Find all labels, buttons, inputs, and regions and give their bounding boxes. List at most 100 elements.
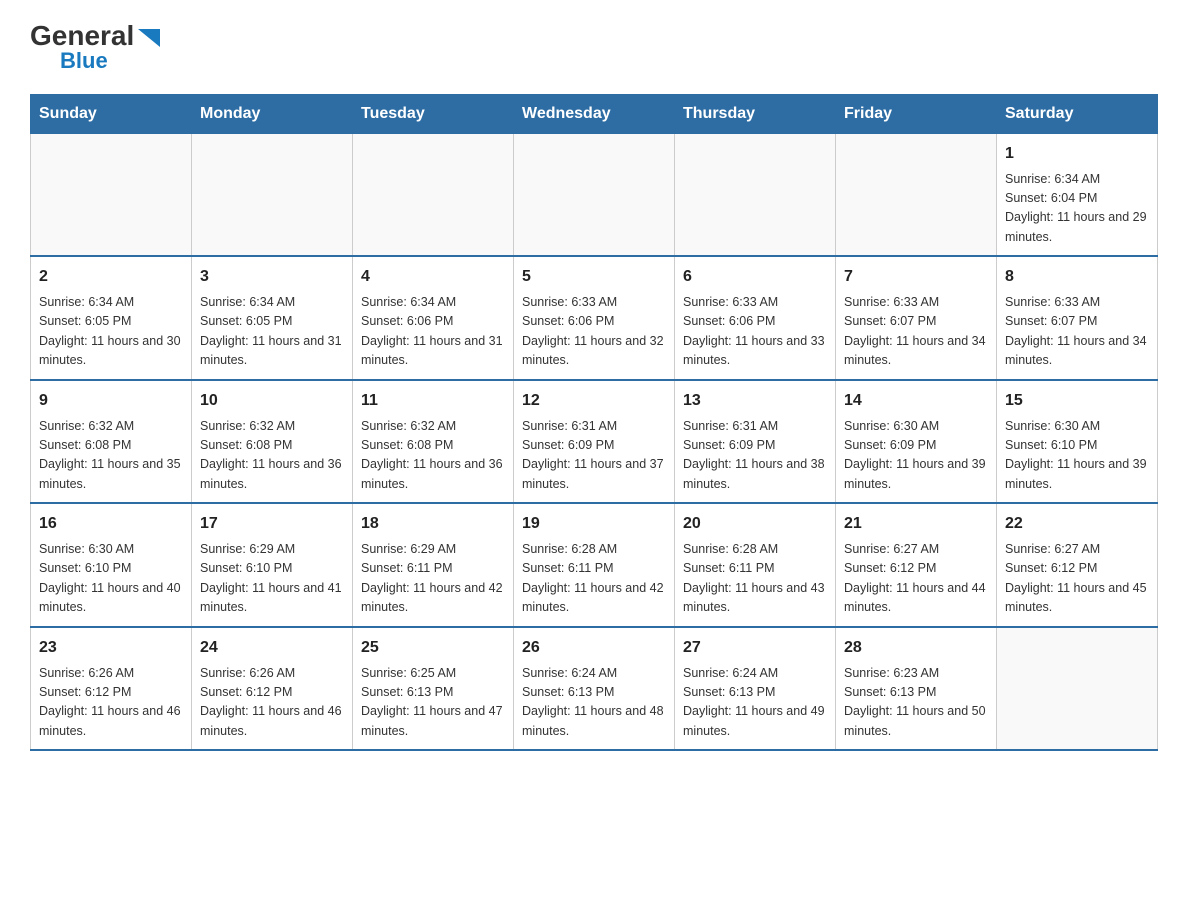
calendar-day-cell: 27 Sunrise: 6:24 AMSunset: 6:13 PMDayligh… xyxy=(675,627,836,751)
day-info: Sunrise: 6:26 AMSunset: 6:12 PMDaylight:… xyxy=(39,664,183,742)
calendar-week-row: 9 Sunrise: 6:32 AMSunset: 6:08 PMDaylight… xyxy=(31,380,1158,504)
day-number: 7 xyxy=(844,265,988,289)
calendar-day-cell: 24 Sunrise: 6:26 AMSunset: 6:12 PMDayligh… xyxy=(192,627,353,751)
calendar-day-cell: 25 Sunrise: 6:25 AMSunset: 6:13 PMDayligh… xyxy=(353,627,514,751)
day-number: 1 xyxy=(1005,142,1149,166)
day-info: Sunrise: 6:29 AMSunset: 6:11 PMDaylight:… xyxy=(361,540,505,618)
day-number: 25 xyxy=(361,636,505,660)
calendar-day-cell: 14 Sunrise: 6:30 AMSunset: 6:09 PMDayligh… xyxy=(836,380,997,504)
day-number: 23 xyxy=(39,636,183,660)
calendar-day-cell: 9 Sunrise: 6:32 AMSunset: 6:08 PMDaylight… xyxy=(31,380,192,504)
day-info: Sunrise: 6:28 AMSunset: 6:11 PMDaylight:… xyxy=(683,540,827,618)
day-info: Sunrise: 6:30 AMSunset: 6:10 PMDaylight:… xyxy=(39,540,183,618)
day-of-week-header: Monday xyxy=(192,94,353,133)
calendar-day-cell: 13Sunrise: 6:31 AMSunset: 6:09 PMDayligh… xyxy=(675,380,836,504)
day-info: Sunrise: 6:33 AMSunset: 6:06 PMDaylight:… xyxy=(683,293,827,371)
calendar-day-cell xyxy=(675,133,836,256)
day-info: Sunrise: 6:27 AMSunset: 6:12 PMDaylight:… xyxy=(844,540,988,618)
calendar-day-cell xyxy=(997,627,1158,751)
day-info: Sunrise: 6:34 AMSunset: 6:06 PMDaylight:… xyxy=(361,293,505,371)
calendar-day-cell xyxy=(31,133,192,256)
calendar-week-row: 1 Sunrise: 6:34 AMSunset: 6:04 PMDaylight… xyxy=(31,133,1158,256)
calendar-day-cell: 8Sunrise: 6:33 AMSunset: 6:07 PMDaylight… xyxy=(997,256,1158,380)
day-number: 14 xyxy=(844,389,988,413)
day-number: 11 xyxy=(361,389,505,413)
logo-arrow-icon xyxy=(138,22,160,54)
day-info: Sunrise: 6:24 AMSunset: 6:13 PMDaylight:… xyxy=(683,664,827,742)
day-info: Sunrise: 6:26 AMSunset: 6:12 PMDaylight:… xyxy=(200,664,344,742)
day-info: Sunrise: 6:33 AMSunset: 6:07 PMDaylight:… xyxy=(844,293,988,371)
page-header: General Blue xyxy=(30,20,1158,74)
calendar-day-cell: 5Sunrise: 6:33 AMSunset: 6:06 PMDaylight… xyxy=(514,256,675,380)
calendar-day-cell: 3 Sunrise: 6:34 AMSunset: 6:05 PMDaylight… xyxy=(192,256,353,380)
day-number: 19 xyxy=(522,512,666,536)
day-of-week-header: Thursday xyxy=(675,94,836,133)
day-info: Sunrise: 6:32 AMSunset: 6:08 PMDaylight:… xyxy=(39,417,183,495)
day-number: 17 xyxy=(200,512,344,536)
calendar-day-cell: 1 Sunrise: 6:34 AMSunset: 6:04 PMDaylight… xyxy=(997,133,1158,256)
day-info: Sunrise: 6:30 AMSunset: 6:09 PMDaylight:… xyxy=(844,417,988,495)
calendar-day-cell xyxy=(514,133,675,256)
calendar-table: SundayMondayTuesdayWednesdayThursdayFrid… xyxy=(30,94,1158,752)
day-number: 4 xyxy=(361,265,505,289)
calendar-day-cell: 6 Sunrise: 6:33 AMSunset: 6:06 PMDaylight… xyxy=(675,256,836,380)
day-info: Sunrise: 6:31 AMSunset: 6:09 PMDaylight:… xyxy=(683,417,827,495)
day-number: 9 xyxy=(39,389,183,413)
day-number: 2 xyxy=(39,265,183,289)
calendar-day-cell: 12Sunrise: 6:31 AMSunset: 6:09 PMDayligh… xyxy=(514,380,675,504)
day-number: 15 xyxy=(1005,389,1149,413)
day-of-week-header: Saturday xyxy=(997,94,1158,133)
calendar-day-cell: 10 Sunrise: 6:32 AMSunset: 6:08 PMDayligh… xyxy=(192,380,353,504)
day-of-week-header: Friday xyxy=(836,94,997,133)
day-info: Sunrise: 6:30 AMSunset: 6:10 PMDaylight:… xyxy=(1005,417,1149,495)
day-info: Sunrise: 6:34 AMSunset: 6:05 PMDaylight:… xyxy=(200,293,344,371)
day-number: 26 xyxy=(522,636,666,660)
day-number: 27 xyxy=(683,636,827,660)
calendar-day-cell: 26 Sunrise: 6:24 AMSunset: 6:13 PMDayligh… xyxy=(514,627,675,751)
calendar-day-cell: 2 Sunrise: 6:34 AMSunset: 6:05 PMDaylight… xyxy=(31,256,192,380)
day-info: Sunrise: 6:27 AMSunset: 6:12 PMDaylight:… xyxy=(1005,540,1149,618)
calendar-day-cell: 15 Sunrise: 6:30 AMSunset: 6:10 PMDayligh… xyxy=(997,380,1158,504)
calendar-week-row: 2 Sunrise: 6:34 AMSunset: 6:05 PMDaylight… xyxy=(31,256,1158,380)
day-info: Sunrise: 6:28 AMSunset: 6:11 PMDaylight:… xyxy=(522,540,666,618)
day-number: 16 xyxy=(39,512,183,536)
calendar-header-row: SundayMondayTuesdayWednesdayThursdayFrid… xyxy=(31,94,1158,133)
calendar-day-cell: 23 Sunrise: 6:26 AMSunset: 6:12 PMDayligh… xyxy=(31,627,192,751)
day-info: Sunrise: 6:33 AMSunset: 6:06 PMDaylight:… xyxy=(522,293,666,371)
day-info: Sunrise: 6:23 AMSunset: 6:13 PMDaylight:… xyxy=(844,664,988,742)
calendar-day-cell: 17 Sunrise: 6:29 AMSunset: 6:10 PMDayligh… xyxy=(192,503,353,627)
day-info: Sunrise: 6:34 AMSunset: 6:05 PMDaylight:… xyxy=(39,293,183,371)
calendar-day-cell xyxy=(192,133,353,256)
day-info: Sunrise: 6:24 AMSunset: 6:13 PMDaylight:… xyxy=(522,664,666,742)
calendar-week-row: 23 Sunrise: 6:26 AMSunset: 6:12 PMDayligh… xyxy=(31,627,1158,751)
calendar-day-cell: 18 Sunrise: 6:29 AMSunset: 6:11 PMDayligh… xyxy=(353,503,514,627)
day-number: 3 xyxy=(200,265,344,289)
day-number: 8 xyxy=(1005,265,1149,289)
day-number: 6 xyxy=(683,265,827,289)
logo: General Blue xyxy=(30,20,160,74)
calendar-day-cell: 28 Sunrise: 6:23 AMSunset: 6:13 PMDayligh… xyxy=(836,627,997,751)
day-info: Sunrise: 6:32 AMSunset: 6:08 PMDaylight:… xyxy=(361,417,505,495)
calendar-week-row: 16 Sunrise: 6:30 AMSunset: 6:10 PMDayligh… xyxy=(31,503,1158,627)
day-number: 28 xyxy=(844,636,988,660)
day-of-week-header: Tuesday xyxy=(353,94,514,133)
calendar-day-cell: 20Sunrise: 6:28 AMSunset: 6:11 PMDayligh… xyxy=(675,503,836,627)
day-of-week-header: Wednesday xyxy=(514,94,675,133)
day-number: 10 xyxy=(200,389,344,413)
calendar-day-cell: 19 Sunrise: 6:28 AMSunset: 6:11 PMDayligh… xyxy=(514,503,675,627)
calendar-day-cell: 7 Sunrise: 6:33 AMSunset: 6:07 PMDaylight… xyxy=(836,256,997,380)
day-number: 18 xyxy=(361,512,505,536)
day-number: 24 xyxy=(200,636,344,660)
calendar-day-cell: 21 Sunrise: 6:27 AMSunset: 6:12 PMDayligh… xyxy=(836,503,997,627)
calendar-day-cell: 16 Sunrise: 6:30 AMSunset: 6:10 PMDayligh… xyxy=(31,503,192,627)
calendar-day-cell: 4 Sunrise: 6:34 AMSunset: 6:06 PMDaylight… xyxy=(353,256,514,380)
day-info: Sunrise: 6:25 AMSunset: 6:13 PMDaylight:… xyxy=(361,664,505,742)
calendar-day-cell xyxy=(836,133,997,256)
day-number: 22 xyxy=(1005,512,1149,536)
calendar-day-cell: 22 Sunrise: 6:27 AMSunset: 6:12 PMDayligh… xyxy=(997,503,1158,627)
day-info: Sunrise: 6:32 AMSunset: 6:08 PMDaylight:… xyxy=(200,417,344,495)
day-info: Sunrise: 6:29 AMSunset: 6:10 PMDaylight:… xyxy=(200,540,344,618)
day-number: 12 xyxy=(522,389,666,413)
day-number: 21 xyxy=(844,512,988,536)
day-info: Sunrise: 6:34 AMSunset: 6:04 PMDaylight:… xyxy=(1005,170,1149,248)
